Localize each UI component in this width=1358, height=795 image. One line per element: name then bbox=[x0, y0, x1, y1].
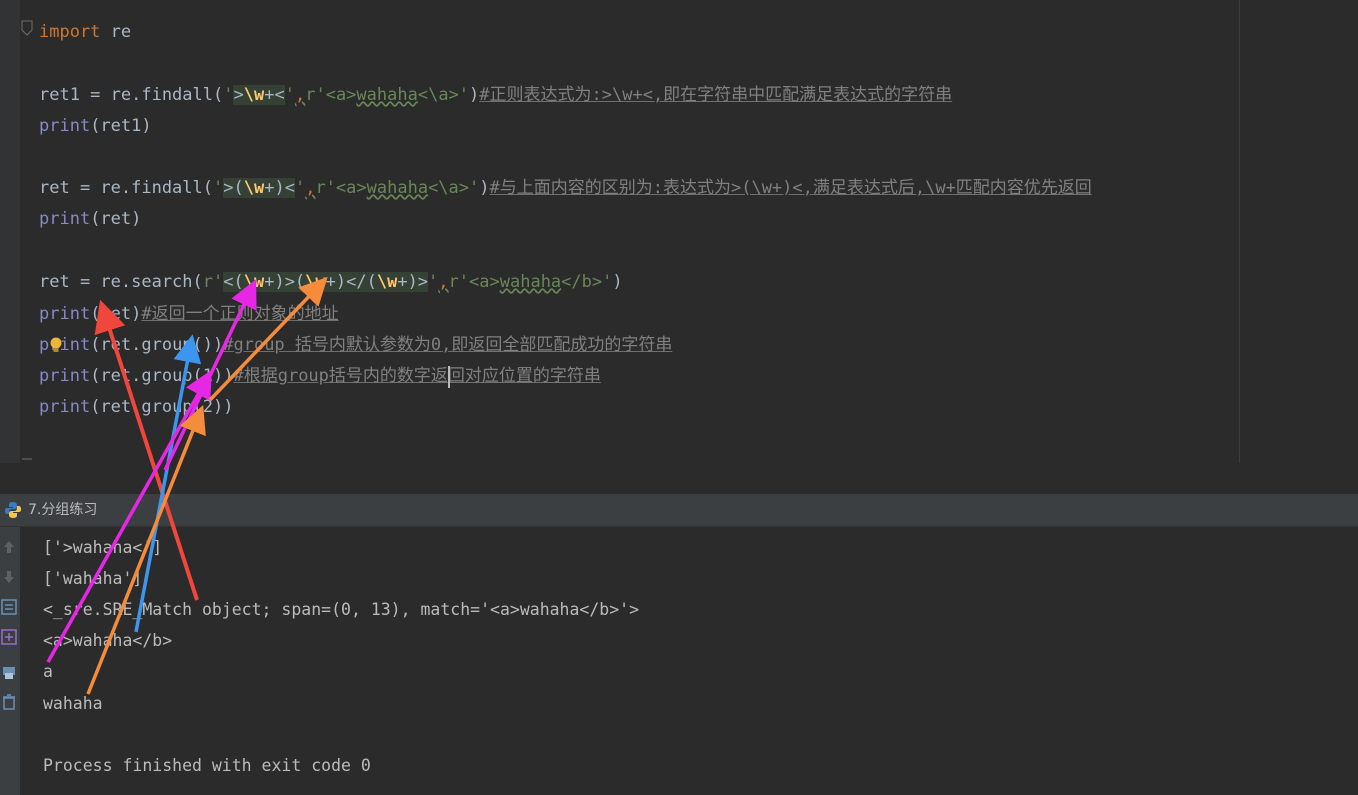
code-line-7[interactable]: print(ret) bbox=[39, 207, 141, 231]
string-text: <\a> bbox=[417, 85, 459, 105]
regex-escape: \w bbox=[243, 178, 265, 198]
console-line: ['>wahaha<'] bbox=[43, 538, 163, 557]
code-text: ret = re.findall( bbox=[39, 178, 213, 198]
code-comment: #正则表达式为:>\w+<,即在字符串中匹配满足表达式的字符串 bbox=[479, 85, 953, 105]
regex-part: > bbox=[233, 85, 244, 105]
code-line-11[interactable]: print(ret.group())#group 括号内默认参数为0,即返回全部… bbox=[39, 333, 672, 357]
regex-part: +)> bbox=[397, 272, 429, 292]
trash-icon[interactable] bbox=[0, 692, 18, 712]
builtin-print: print bbox=[39, 397, 91, 417]
string-text: wahaha bbox=[366, 178, 429, 198]
code-line-12[interactable]: print(ret.group(1))#根据group括号内的数字返回对应位置的… bbox=[39, 364, 601, 388]
code-text: (ret.group()) bbox=[90, 335, 224, 355]
builtin-print: print bbox=[39, 335, 91, 355]
run-console-output[interactable]: ['>wahaha<'] ['wahaha'] <_sre.SRE_Match … bbox=[20, 527, 1358, 795]
code-editor[interactable]: import re ret1 = re.findall('>\w+<',r'<a… bbox=[0, 0, 1358, 463]
comma: , bbox=[438, 272, 449, 292]
string-quote: ' bbox=[602, 272, 613, 292]
right-margin-guide bbox=[1239, 0, 1240, 463]
code-line-4[interactable]: print(ret1) bbox=[39, 114, 152, 138]
restore-icon[interactable] bbox=[0, 627, 18, 647]
regex-part: >( bbox=[223, 178, 244, 198]
comma: , bbox=[294, 85, 306, 105]
print-icon[interactable] bbox=[0, 662, 18, 682]
regex-escape: \w bbox=[243, 85, 265, 105]
string-quote: ' bbox=[284, 85, 295, 105]
code-comment: #返回一个正则对象的地址 bbox=[141, 304, 339, 324]
console-toolbar bbox=[0, 527, 20, 795]
string-quote: ' bbox=[458, 85, 470, 105]
code-text: (ret) bbox=[90, 209, 142, 229]
string-prefix: r' bbox=[315, 178, 336, 198]
code-text: ret = re.search( bbox=[39, 272, 203, 292]
code-line-9[interactable]: ret = re.search(r'<(\w+)>(\w+)</(\w+)>',… bbox=[39, 270, 623, 294]
builtin-print: print bbox=[39, 209, 91, 229]
code-comment: #根据group括号内的数字返回对应位置的字符串 bbox=[233, 366, 601, 386]
code-comment: #group 括号内默认参数为0,即返回全部匹配成功的字符串 bbox=[223, 335, 673, 355]
up-arrow-icon[interactable] bbox=[0, 537, 18, 557]
builtin-print: print bbox=[39, 304, 91, 324]
code-text: re bbox=[100, 22, 132, 42]
panel-separator bbox=[0, 463, 1358, 494]
code-text: (ret.group(1)) bbox=[90, 366, 234, 386]
regex-escape: \w bbox=[305, 272, 326, 292]
builtin-print: print bbox=[39, 366, 91, 386]
builtin-print: print bbox=[39, 116, 91, 136]
string-text: </b> bbox=[561, 272, 603, 292]
down-arrow-icon[interactable] bbox=[0, 567, 18, 587]
code-text: ) bbox=[469, 85, 480, 105]
console-line: <a>wahaha</b> bbox=[43, 631, 173, 650]
string-prefix: r' bbox=[448, 272, 470, 292]
string-text: wahaha bbox=[499, 272, 562, 292]
console-line: a bbox=[43, 662, 53, 681]
console-line: wahaha bbox=[43, 694, 103, 713]
code-line-3[interactable]: ret1 = re.findall('>\w+<',r'<a>wahaha<\a… bbox=[39, 83, 952, 107]
code-line-6[interactable]: ret = re.findall('>(\w+)<',r'<a>wahaha<\… bbox=[39, 176, 1092, 200]
code-text: (ret) bbox=[90, 304, 142, 324]
comma: , bbox=[305, 178, 316, 198]
python-icon bbox=[5, 502, 21, 518]
regex-part: +)< bbox=[264, 178, 295, 198]
editor-gutter bbox=[0, 0, 20, 463]
run-tab-label[interactable]: 7.分组练习 bbox=[28, 494, 97, 526]
regex-part: < bbox=[274, 85, 285, 105]
code-line-10[interactable]: print(ret)#返回一个正则对象的地址 bbox=[39, 302, 339, 326]
regex-part: + bbox=[264, 85, 275, 105]
string-text: <\a> bbox=[428, 178, 470, 198]
string-text: <a> bbox=[335, 178, 367, 198]
code-comment: #与上面内容的区别为:表达式为>(\w+)<,满足表达式后,\w+匹配内容优先返… bbox=[489, 178, 1092, 198]
string-quote: ' bbox=[213, 178, 224, 198]
console-line: <_sre.SRE_Match object; span=(0, 13), ma… bbox=[43, 600, 640, 619]
console-line: Process finished with exit code 0 bbox=[43, 756, 371, 775]
regex-part: <( bbox=[223, 272, 244, 292]
fold-icon[interactable] bbox=[20, 20, 34, 36]
keyword-import: import bbox=[39, 22, 101, 42]
code-text: ) bbox=[479, 178, 490, 198]
console-line: ['wahaha'] bbox=[43, 569, 143, 588]
regex-escape: \w bbox=[243, 272, 265, 292]
string-prefix: r' bbox=[305, 85, 326, 105]
string-text: wahaha bbox=[356, 85, 418, 105]
code-line-1[interactable]: import re bbox=[39, 20, 131, 44]
string-quote: ' bbox=[294, 178, 306, 198]
string-text: <a> bbox=[469, 272, 500, 292]
regex-escape: \w bbox=[376, 272, 398, 292]
code-line-13[interactable]: print(ret.group(2)) bbox=[39, 395, 233, 419]
code-text: (ret1) bbox=[90, 116, 152, 136]
regex-part: +)>( bbox=[264, 272, 306, 292]
code-text: ret1 = re.findall( bbox=[39, 85, 224, 105]
code-text: (ret.group(2)) bbox=[90, 397, 234, 417]
string-text: <a> bbox=[325, 85, 357, 105]
regex-part: +)</( bbox=[325, 272, 377, 292]
string-quote: ' bbox=[428, 272, 439, 292]
text-caret bbox=[448, 366, 450, 388]
string-prefix: r' bbox=[202, 272, 224, 292]
rerun-icon[interactable] bbox=[0, 597, 18, 617]
string-quote: ' bbox=[223, 85, 234, 105]
string-quote: ' bbox=[469, 178, 480, 198]
code-text: ) bbox=[612, 272, 623, 292]
run-panel-header: 7.分组练习 bbox=[0, 494, 1358, 527]
lightbulb-icon[interactable] bbox=[48, 336, 64, 354]
